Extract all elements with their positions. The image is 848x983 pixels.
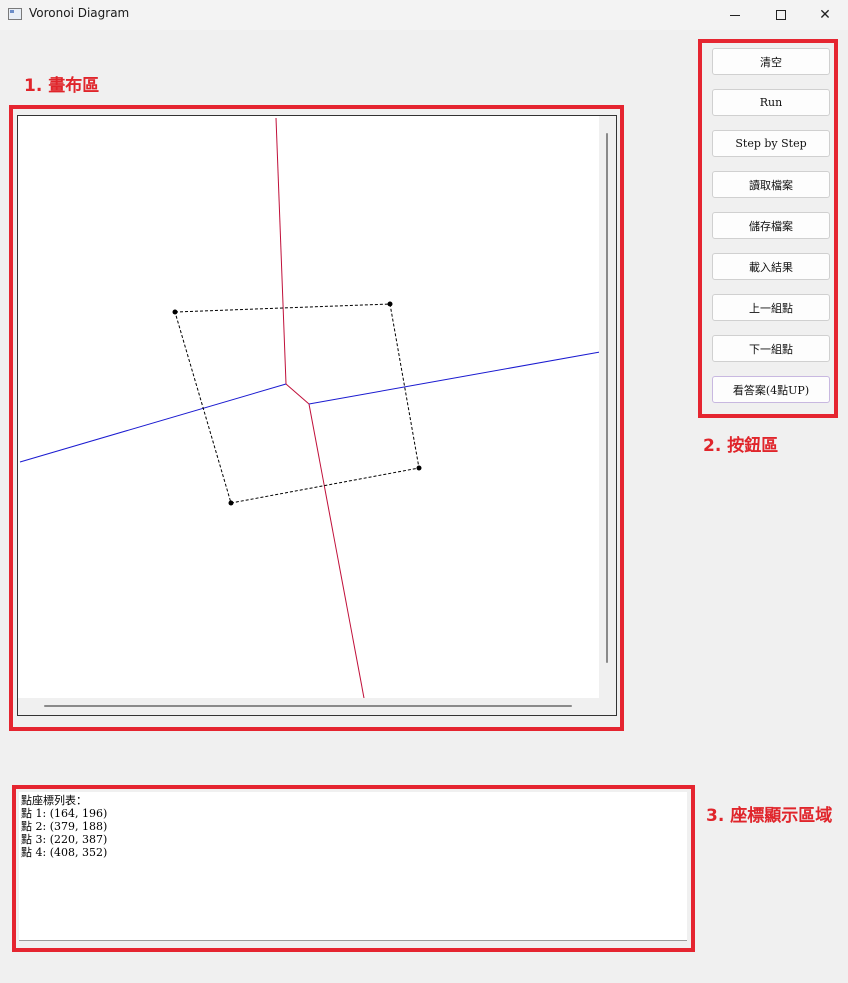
maximize-button[interactable] xyxy=(758,0,804,30)
previous-set-button[interactable]: 上一組點 xyxy=(712,294,830,321)
horizontal-scrollbar[interactable] xyxy=(44,705,572,707)
voronoi-canvas[interactable] xyxy=(17,115,617,716)
voronoi-svg xyxy=(19,117,601,699)
coord-line-1: 點 1: (164, 196) xyxy=(21,807,108,820)
minimize-icon xyxy=(730,14,740,16)
voronoi-edge-right xyxy=(308,351,601,405)
clear-button[interactable]: 清空 xyxy=(712,48,830,75)
canvas-area-label: 1. 畫布區 xyxy=(24,76,100,96)
button-area-label: 2. 按鈕區 xyxy=(703,436,779,456)
coord-line-4: 點 4: (408, 352) xyxy=(21,846,108,859)
close-icon: ✕ xyxy=(819,7,831,23)
next-set-button[interactable]: 下一組點 xyxy=(712,335,830,362)
minimize-button[interactable] xyxy=(712,0,758,30)
coord-line-2: 點 2: (379, 188) xyxy=(21,820,108,833)
coord-header: 點座標列表： xyxy=(21,794,87,807)
app-icon xyxy=(8,8,22,20)
coord-display-textarea[interactable]: 點座標列表： 點 1: (164, 196) 點 2: (379, 188) 點… xyxy=(19,792,687,941)
save-file-button[interactable]: 儲存檔案 xyxy=(712,212,830,239)
maximize-icon xyxy=(776,10,786,20)
coord-area-label: 3. 座標顯示區域 xyxy=(706,806,833,826)
step-by-step-button[interactable]: Step by Step xyxy=(712,130,830,157)
convex-hull xyxy=(174,303,420,504)
coord-scrollbar[interactable] xyxy=(19,940,687,941)
load-result-button[interactable]: 載入結果 xyxy=(712,253,830,280)
voronoi-edge-middle xyxy=(285,383,310,405)
vertical-scrollbar[interactable] xyxy=(606,133,608,663)
coord-line-3: 點 3: (220, 387) xyxy=(21,833,108,846)
point-3[interactable] xyxy=(228,500,234,506)
run-button[interactable]: Run xyxy=(712,89,830,116)
voronoi-edge-top xyxy=(275,117,287,385)
point-2[interactable] xyxy=(387,301,393,307)
point-4[interactable] xyxy=(416,465,422,471)
title-bar: Voronoi Diagram ✕ xyxy=(0,0,848,30)
window-title: Voronoi Diagram xyxy=(29,6,130,20)
voronoi-edge-bottom xyxy=(308,403,365,699)
voronoi-edge-left xyxy=(19,383,287,463)
load-file-button[interactable]: 讀取檔案 xyxy=(712,171,830,198)
show-answer-button[interactable]: 看答案(4點UP) xyxy=(712,376,830,403)
close-button[interactable]: ✕ xyxy=(802,0,848,30)
point-1[interactable] xyxy=(172,309,178,315)
